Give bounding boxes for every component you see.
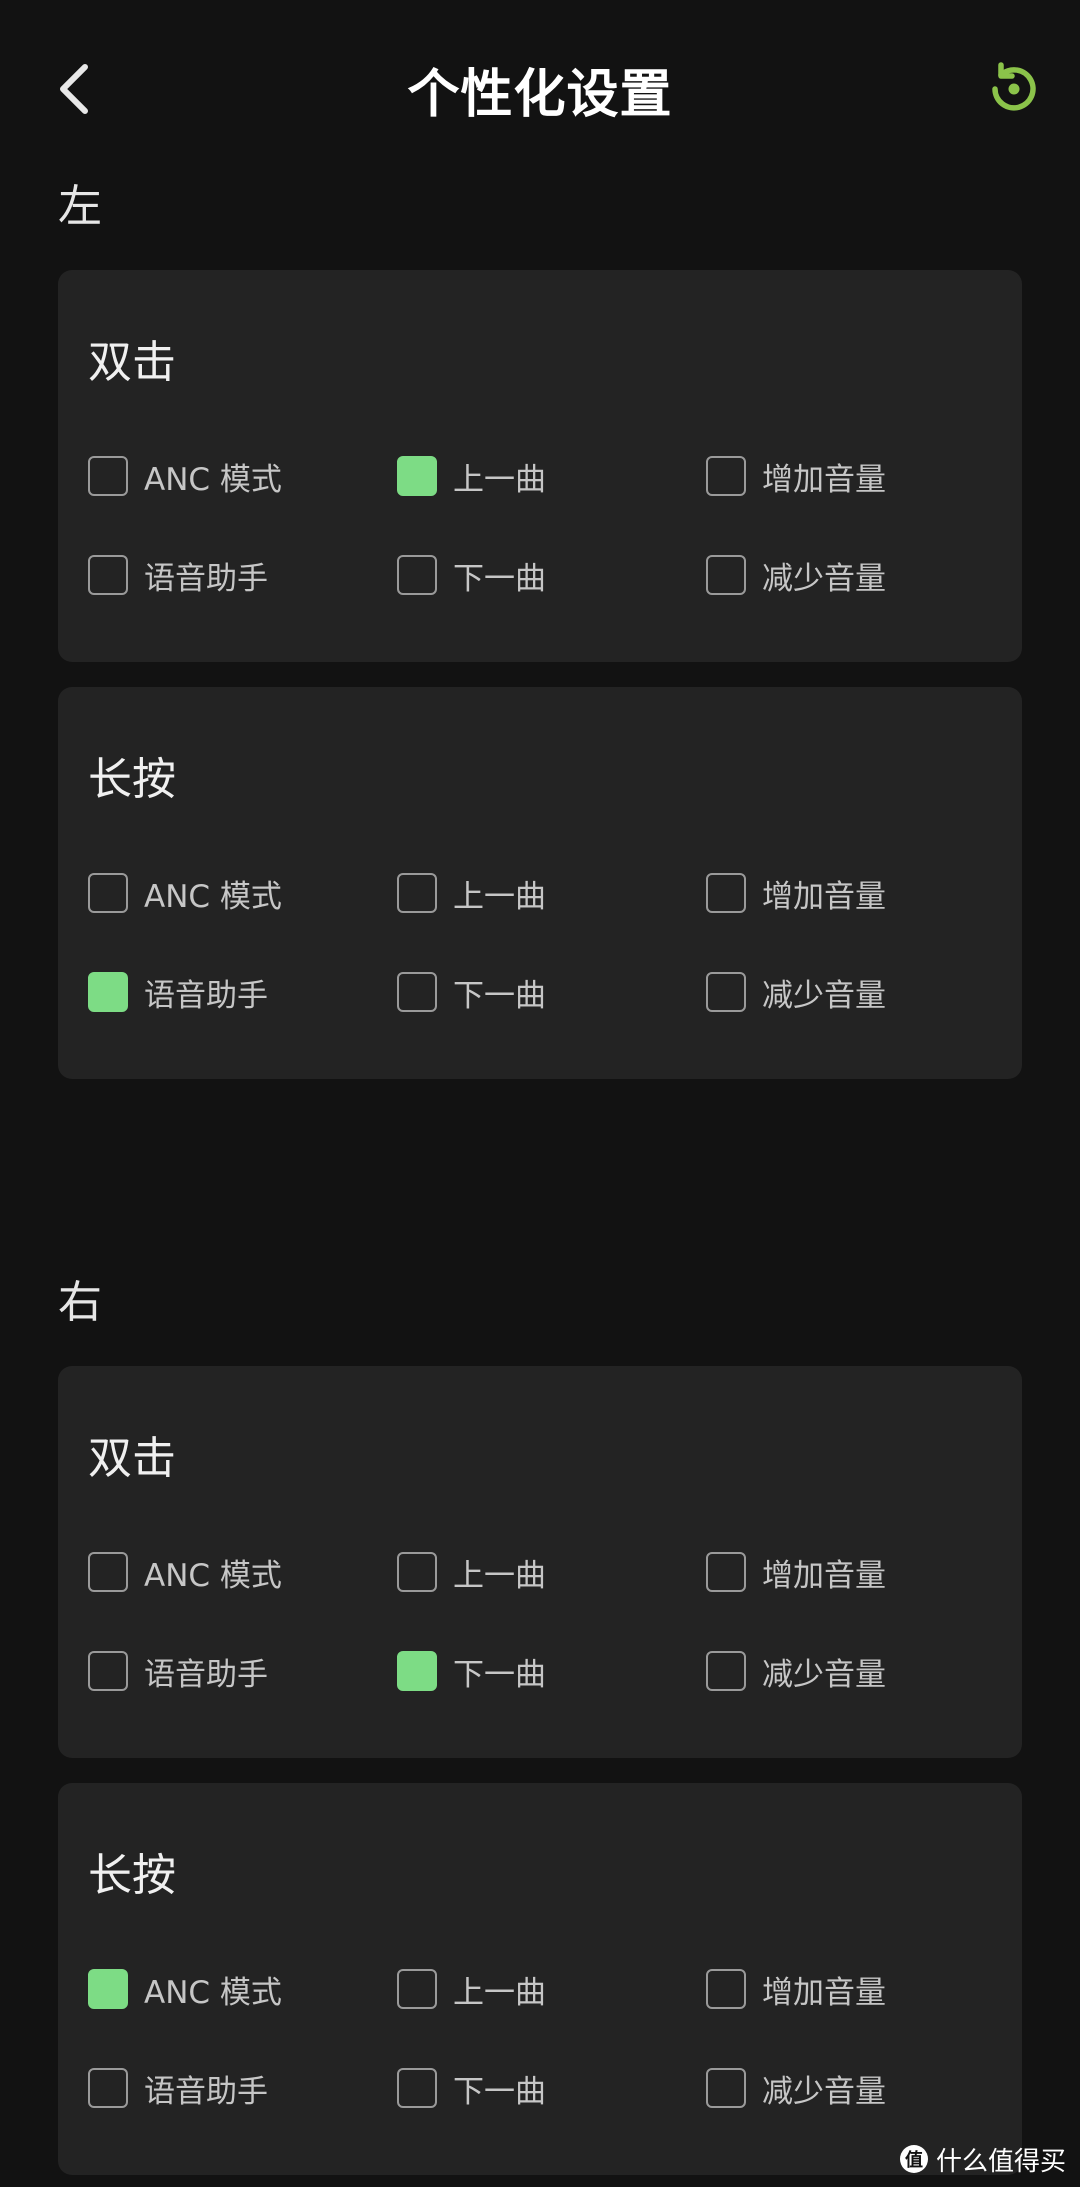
card-title: 长按 [88,1850,176,1901]
option-label: 下一曲 [453,2073,546,2110]
option-label: 语音助手 [144,977,268,1014]
checkbox[interactable] [397,555,437,595]
checkbox[interactable] [88,1651,128,1691]
option-volume-down[interactable]: 减少音量 [706,1649,886,1693]
checkbox[interactable] [397,2068,437,2108]
option-anc-mode[interactable]: ANC 模式 [88,1967,282,2011]
section-label-left: 左 [58,181,102,232]
card-left-long-press: 长按 ANC 模式 上一曲 增加音量 语音助手 下一曲 减少音量 [58,687,1022,1079]
watermark-text: 什么值得买 [935,2146,1066,2177]
checkbox[interactable] [706,1552,746,1592]
section-label-right: 右 [58,1277,102,1328]
option-previous-track[interactable]: 上一曲 [397,871,546,915]
checkbox-checked[interactable] [88,972,128,1012]
watermark-logo-icon: 值 [899,2145,928,2173]
checkbox-checked[interactable] [88,1969,128,2009]
option-previous-track[interactable]: 上一曲 [397,1550,546,1594]
option-label: ANC 模式 [144,1557,282,1594]
checkbox[interactable] [706,555,746,595]
option-volume-down[interactable]: 减少音量 [706,2066,886,2110]
option-anc-mode[interactable]: ANC 模式 [88,454,282,498]
option-previous-track[interactable]: 上一曲 [397,1967,546,2011]
option-volume-down[interactable]: 减少音量 [706,970,886,1014]
checkbox-checked[interactable] [397,1651,437,1691]
checkbox[interactable] [397,1552,437,1592]
checkbox[interactable] [397,873,437,913]
checkbox[interactable] [706,1651,746,1691]
option-label: 上一曲 [453,1557,546,1594]
option-voice-assistant[interactable]: 语音助手 [88,553,268,597]
option-label: 增加音量 [762,878,886,915]
page: 个性化设置 左 双击 ANC 模式 上一曲 增加音量 语音助手 下一曲 减少音量… [0,0,1080,2187]
page-title: 个性化设置 [407,65,673,125]
option-label: 语音助手 [144,2073,268,2110]
option-label: ANC 模式 [144,1974,282,2011]
option-label: 减少音量 [762,1656,886,1693]
option-next-track[interactable]: 下一曲 [397,1649,546,1693]
option-next-track[interactable]: 下一曲 [397,2066,546,2110]
checkbox[interactable] [88,555,128,595]
checkbox[interactable] [706,972,746,1012]
option-label: 下一曲 [453,1656,546,1693]
option-label: 上一曲 [453,1974,546,2011]
card-right-long-press: 长按 ANC 模式 上一曲 增加音量 语音助手 下一曲 减少音量 [58,1783,1022,2175]
checkbox[interactable] [397,1969,437,2009]
option-label: 上一曲 [453,878,546,915]
option-label: 增加音量 [762,1557,886,1594]
option-volume-up[interactable]: 增加音量 [706,1550,886,1594]
option-label: 减少音量 [762,2073,886,2110]
option-previous-track[interactable]: 上一曲 [397,454,546,498]
option-voice-assistant[interactable]: 语音助手 [88,2066,268,2110]
option-label: ANC 模式 [144,878,282,915]
option-label: ANC 模式 [144,461,282,498]
reset-button[interactable] [982,58,1044,120]
card-left-double-tap: 双击 ANC 模式 上一曲 增加音量 语音助手 下一曲 减少音量 [58,270,1022,662]
option-anc-mode[interactable]: ANC 模式 [88,871,282,915]
watermark: 值 什么值得买 [899,2139,1066,2179]
checkbox[interactable] [706,456,746,496]
card-right-double-tap: 双击 ANC 模式 上一曲 增加音量 语音助手 下一曲 减少音量 [58,1366,1022,1758]
checkbox-checked[interactable] [397,456,437,496]
option-label: 上一曲 [453,461,546,498]
option-label: 下一曲 [453,977,546,1014]
option-voice-assistant[interactable]: 语音助手 [88,1649,268,1693]
option-label: 增加音量 [762,1974,886,2011]
option-volume-up[interactable]: 增加音量 [706,454,886,498]
option-volume-up[interactable]: 增加音量 [706,871,886,915]
card-title: 双击 [88,337,176,388]
option-label: 下一曲 [453,560,546,597]
checkbox[interactable] [88,456,128,496]
checkbox[interactable] [88,1552,128,1592]
option-next-track[interactable]: 下一曲 [397,553,546,597]
checkbox[interactable] [88,873,128,913]
checkbox[interactable] [88,2068,128,2108]
card-title: 双击 [88,1433,176,1484]
checkbox[interactable] [706,2068,746,2108]
card-title: 长按 [88,754,176,805]
option-label: 增加音量 [762,461,886,498]
option-label: 语音助手 [144,560,268,597]
option-label: 语音助手 [144,1656,268,1693]
option-anc-mode[interactable]: ANC 模式 [88,1550,282,1594]
option-volume-up[interactable]: 增加音量 [706,1967,886,2011]
option-label: 减少音量 [762,560,886,597]
option-volume-down[interactable]: 减少音量 [706,553,886,597]
checkbox[interactable] [706,873,746,913]
header: 个性化设置 [0,0,1080,175]
restore-icon [992,62,1036,111]
checkbox[interactable] [706,1969,746,2009]
checkbox[interactable] [397,972,437,1012]
option-label: 减少音量 [762,977,886,1014]
option-next-track[interactable]: 下一曲 [397,970,546,1014]
option-voice-assistant[interactable]: 语音助手 [88,970,268,1014]
